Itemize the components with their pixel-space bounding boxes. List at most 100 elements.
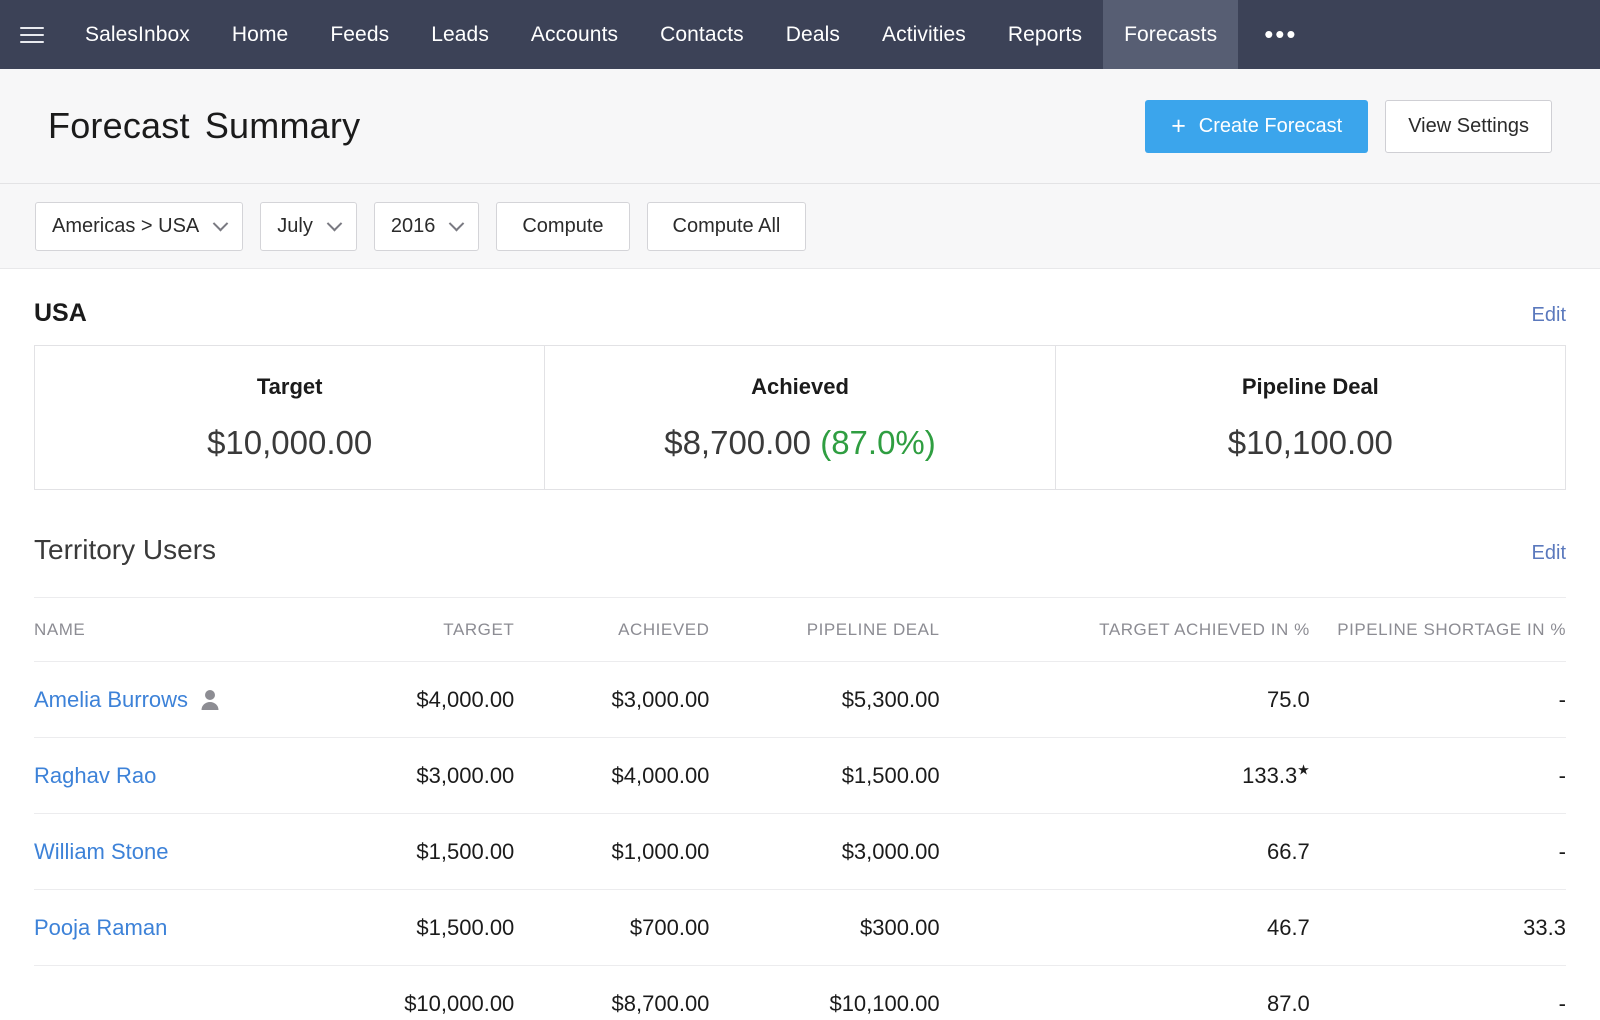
cell-target-achieved-pct: 133.3★: [940, 738, 1310, 814]
cell-name: Raghav Rao: [34, 738, 344, 814]
table-header-row: NAME TARGET ACHIEVED PIPELINE DEAL TARGE…: [34, 598, 1566, 662]
card-label: Pipeline Deal: [1242, 374, 1379, 400]
cell-pipeline-shortage-pct: -: [1310, 738, 1566, 814]
card-label: Achieved: [751, 374, 849, 400]
header-actions: + Create Forecast View Settings: [1145, 100, 1552, 153]
user-link[interactable]: Amelia Burrows: [34, 687, 188, 713]
nav-item-salesinbox[interactable]: SalesInbox: [64, 0, 211, 69]
user-link[interactable]: Raghav Rao: [34, 763, 156, 788]
nav-item-leads[interactable]: Leads: [410, 0, 510, 69]
chevron-down-icon: [327, 215, 343, 231]
cell-target-achieved-pct: 66.7: [940, 814, 1310, 890]
chevron-down-icon: [213, 215, 229, 231]
nav-overflow-label: •••: [1264, 19, 1297, 50]
top-navigation-bar: SalesInbox Home Feeds Leads Accounts Con…: [0, 0, 1600, 69]
nav-label: Reports: [1008, 23, 1082, 47]
create-forecast-label: Create Forecast: [1199, 115, 1342, 138]
summary-card-achieved: Achieved $8,700.00 (87.0%): [544, 346, 1054, 489]
nav-item-forecasts[interactable]: Forecasts: [1103, 0, 1238, 69]
compute-button[interactable]: Compute: [496, 202, 629, 251]
territory-users-table: NAME TARGET ACHIEVED PIPELINE DEAL TARGE…: [34, 597, 1566, 1020]
column-header-target-achieved-pct[interactable]: TARGET ACHIEVED IN %: [940, 598, 1310, 662]
month-select[interactable]: July: [260, 202, 357, 251]
nav-overflow-icon[interactable]: •••: [1238, 0, 1323, 69]
nav-item-reports[interactable]: Reports: [987, 0, 1103, 69]
user-link[interactable]: Pooja Raman: [34, 915, 167, 940]
compute-all-button[interactable]: Compute All: [647, 202, 807, 251]
table-row: Raghav Rao $3,000.00 $4,000.00 $1,500.00…: [34, 738, 1566, 814]
view-settings-button[interactable]: View Settings: [1385, 100, 1552, 153]
table-totals-row: $10,000.00 $8,700.00 $10,100.00 87.0 -: [34, 966, 1566, 1020]
cell-name: William Stone: [34, 814, 344, 890]
column-header-pipeline-shortage-pct[interactable]: PIPELINE SHORTAGE IN %: [1310, 598, 1566, 662]
nav-item-feeds[interactable]: Feeds: [309, 0, 410, 69]
column-header-pipeline-deal[interactable]: PIPELINE DEAL: [709, 598, 939, 662]
cell-pipeline-deal[interactable]: $5,300.00: [709, 662, 939, 738]
table-row: William Stone $1,500.00 $1,000.00 $3,000…: [34, 814, 1566, 890]
cell-achieved[interactable]: $700.00: [514, 890, 709, 966]
column-header-name[interactable]: NAME: [34, 598, 344, 662]
card-value: $8,700.00 (87.0%): [664, 424, 936, 462]
year-select-value: 2016: [391, 215, 436, 238]
cell-pipeline-shortage-pct: 33.3: [1310, 890, 1566, 966]
territory-select-value: Americas > USA: [52, 215, 199, 238]
cell-pipeline-deal[interactable]: $300.00: [709, 890, 939, 966]
user-link[interactable]: William Stone: [34, 839, 168, 864]
edit-summary-link[interactable]: Edit: [1532, 304, 1566, 327]
month-select-value: July: [277, 215, 313, 238]
table-row: Amelia Burrows $4,000.00 $3,000.00 $5,30…: [34, 662, 1566, 738]
card-value: $10,000.00: [207, 424, 372, 462]
nav-label: Home: [232, 23, 288, 47]
summary-card-pipeline-deal: Pipeline Deal $10,100.00: [1055, 346, 1565, 489]
table-header: NAME TARGET ACHIEVED PIPELINE DEAL TARGE…: [34, 598, 1566, 662]
cell-target-achieved-pct: 75.0: [940, 662, 1310, 738]
cell-target: $3,000.00: [344, 738, 514, 814]
nav-label: Leads: [431, 23, 489, 47]
nav-label: SalesInbox: [85, 23, 190, 47]
nav-item-accounts[interactable]: Accounts: [510, 0, 639, 69]
chevron-down-icon: [449, 215, 465, 231]
cell-pipeline-deal[interactable]: $1,500.00: [709, 738, 939, 814]
territory-select[interactable]: Americas > USA: [35, 202, 243, 251]
page-title: Forecast Summary: [48, 105, 360, 147]
hamburger-menu-icon[interactable]: [0, 0, 64, 69]
nav-label: Forecasts: [1124, 23, 1217, 47]
cell-name: Amelia Burrows: [34, 662, 344, 738]
cell-pipeline-shortage-pct: -: [1310, 662, 1566, 738]
cell-totals-target: $10,000.00: [344, 966, 514, 1020]
cell-pipeline-shortage-pct: -: [1310, 814, 1566, 890]
cell-achieved[interactable]: $3,000.00: [514, 662, 709, 738]
nav-label: Accounts: [531, 23, 618, 47]
cell-totals-pipeline-deal: $10,100.00: [709, 966, 939, 1020]
nav-item-home[interactable]: Home: [211, 0, 309, 69]
nav-item-contacts[interactable]: Contacts: [639, 0, 765, 69]
card-percentage: (87.0%): [820, 424, 936, 461]
pct-value: 133.3: [1242, 763, 1297, 788]
card-label: Target: [257, 374, 323, 400]
nav-item-deals[interactable]: Deals: [765, 0, 861, 69]
card-amount: $8,700.00: [664, 424, 811, 461]
territory-users-header: Territory Users Edit: [34, 534, 1566, 566]
card-amount: $10,100.00: [1228, 424, 1393, 461]
manager-user-icon: [200, 689, 220, 711]
plus-icon: +: [1171, 114, 1186, 139]
cell-totals-target-achieved-pct: 87.0: [940, 966, 1310, 1020]
nav-item-activities[interactable]: Activities: [861, 0, 987, 69]
nav-label: Feeds: [330, 23, 389, 47]
year-select[interactable]: 2016: [374, 202, 480, 251]
territory-name: USA: [34, 299, 87, 328]
create-forecast-button[interactable]: + Create Forecast: [1145, 100, 1368, 153]
cell-pipeline-deal[interactable]: $3,000.00: [709, 814, 939, 890]
edit-territory-users-link[interactable]: Edit: [1532, 542, 1566, 565]
card-value: $10,100.00: [1228, 424, 1393, 462]
cell-achieved[interactable]: $1,000.00: [514, 814, 709, 890]
cell-target: $1,500.00: [344, 814, 514, 890]
page-header: Forecast Summary + Create Forecast View …: [0, 69, 1600, 184]
cell-achieved[interactable]: $4,000.00: [514, 738, 709, 814]
column-header-achieved[interactable]: ACHIEVED: [514, 598, 709, 662]
cell-totals-name: [34, 966, 344, 1020]
cell-target: $1,500.00: [344, 890, 514, 966]
column-header-target[interactable]: TARGET: [344, 598, 514, 662]
card-amount: $10,000.00: [207, 424, 372, 461]
filter-bar: Americas > USA July 2016 Compute Compute…: [0, 184, 1600, 269]
